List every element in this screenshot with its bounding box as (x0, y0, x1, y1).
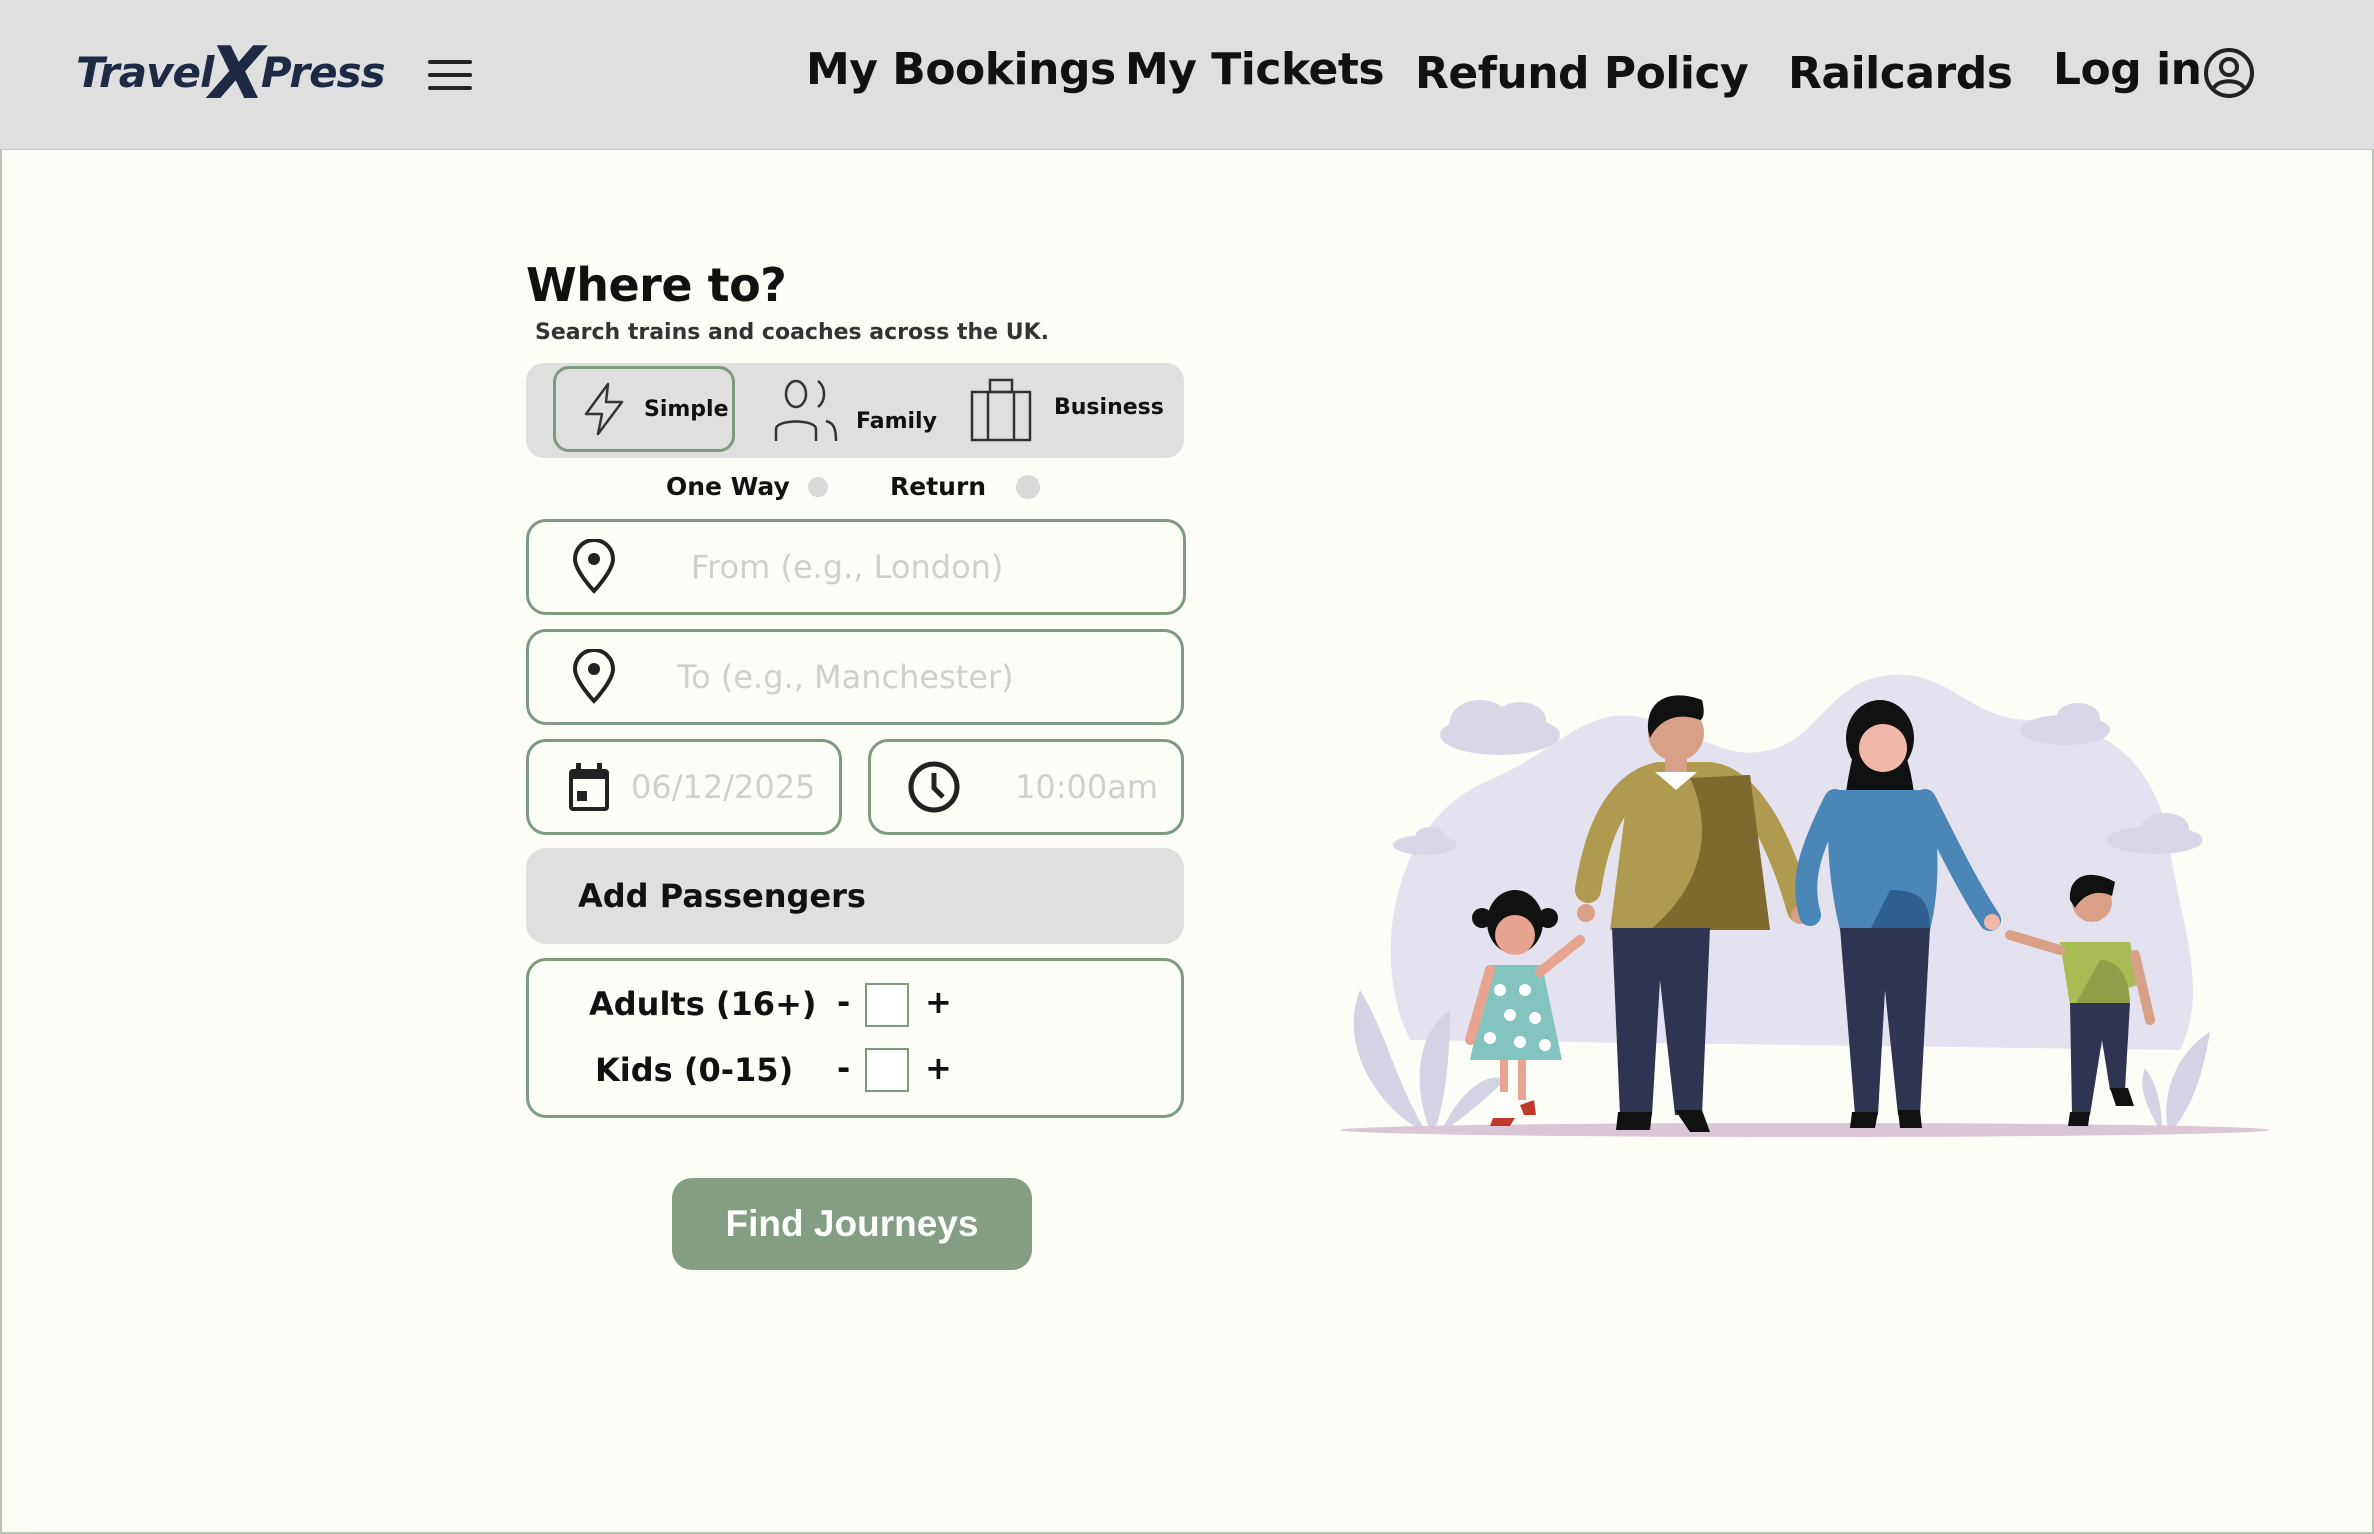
logo-text-press: Press (260, 48, 386, 97)
passenger-counter-panel: Adults (16+) - + Kids (0-15) - + (526, 958, 1184, 1118)
date-field[interactable] (526, 739, 842, 835)
top-nav-bar: Travel X Press My Bookings My Tickets Re… (0, 0, 2374, 150)
adults-count-input[interactable] (865, 983, 909, 1027)
trip-return-option[interactable]: Return (890, 472, 1041, 501)
return-label: Return (890, 472, 987, 501)
logo-text-travel: Travel (76, 48, 214, 97)
page-subtitle: Search trains and coaches across the UK. (535, 320, 1050, 345)
one-way-radio[interactable] (807, 476, 828, 497)
nav-refund-policy[interactable]: Refund Policy (1415, 48, 1749, 99)
mode-simple-label: Simple (644, 396, 729, 422)
adults-label: Adults (16+) (589, 985, 817, 1023)
one-way-label: One Way (666, 472, 790, 501)
kids-label: Kids (0-15) (595, 1051, 794, 1089)
lightning-icon (584, 382, 624, 436)
to-input[interactable] (675, 657, 1181, 697)
adults-decrement-button[interactable]: - (837, 983, 850, 1021)
user-account-icon[interactable] (2203, 47, 2255, 99)
add-passengers-button[interactable]: Add Passengers (526, 848, 1184, 944)
date-input[interactable] (629, 767, 839, 807)
nav-railcards[interactable]: Railcards (1788, 48, 2013, 99)
time-field[interactable] (868, 739, 1184, 835)
nav-log-in[interactable]: Log in (2053, 44, 2202, 95)
kids-increment-button[interactable]: + (925, 1049, 952, 1087)
from-field[interactable] (526, 519, 1186, 615)
mode-family-label: Family (856, 408, 937, 434)
nav-my-bookings[interactable]: My Bookings (806, 44, 1116, 95)
to-field[interactable] (526, 629, 1184, 725)
find-journeys-button[interactable]: Find Journeys (672, 1178, 1032, 1270)
location-pin-icon (572, 539, 616, 594)
mode-simple-button[interactable]: Simple (553, 366, 735, 452)
adults-increment-button[interactable]: + (925, 983, 952, 1021)
from-input[interactable] (689, 547, 1183, 587)
kids-count-input[interactable] (865, 1048, 909, 1092)
time-input[interactable] (1013, 767, 1181, 807)
kids-decrement-button[interactable]: - (837, 1049, 850, 1087)
logo-text-x: X (209, 31, 265, 115)
trip-one-way-option[interactable]: One Way (666, 472, 828, 501)
clock-icon (908, 761, 960, 813)
nav-my-tickets[interactable]: My Tickets (1125, 44, 1385, 95)
location-pin-icon (572, 649, 616, 704)
mode-business-button[interactable]: Business (968, 377, 1164, 443)
hamburger-menu-icon[interactable] (428, 60, 472, 92)
mode-family-button[interactable]: Family (772, 377, 937, 443)
return-radio[interactable] (1016, 474, 1041, 499)
family-users-icon (774, 379, 838, 442)
page-title: Where to? (526, 258, 787, 312)
briefcase-icon (970, 378, 1032, 442)
mode-business-label: Business (1054, 394, 1164, 420)
family-walking-illustration (1340, 674, 2270, 1137)
logo[interactable]: Travel X Press (76, 31, 386, 115)
calendar-icon (569, 763, 609, 811)
